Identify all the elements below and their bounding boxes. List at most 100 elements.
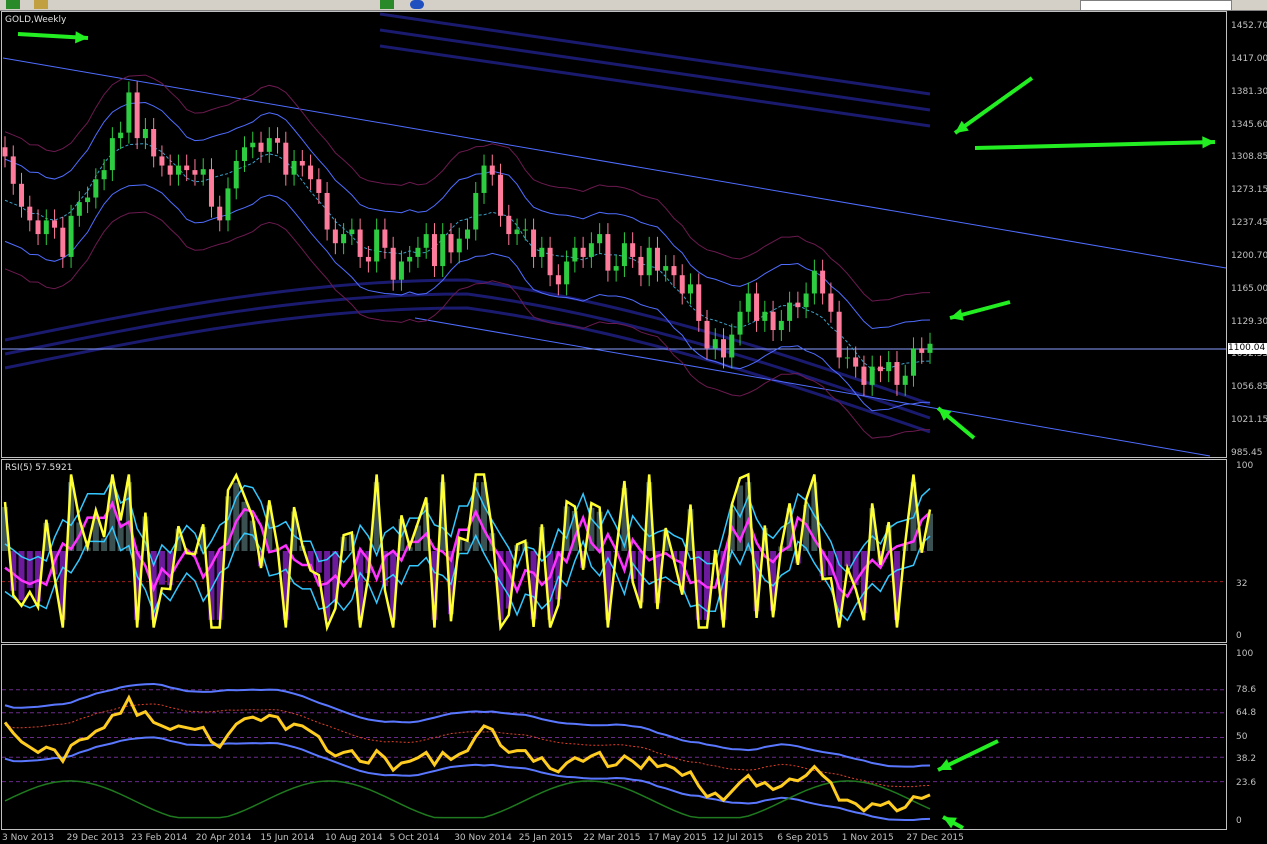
candle-body [572, 247, 578, 262]
candle-body [159, 156, 165, 166]
candle-body [795, 302, 801, 308]
date-tick: 12 Jul 2015 [712, 833, 764, 843]
candle-body [382, 229, 388, 248]
candle-body [638, 256, 644, 276]
price-tick: 1417.00 [1231, 53, 1267, 64]
candle-body [118, 132, 124, 139]
date-tick: 6 Sep 2015 [777, 833, 829, 843]
candle-body [522, 229, 528, 231]
candle-body [200, 169, 206, 175]
candle-body [242, 147, 248, 161]
candle-body [605, 234, 611, 271]
candle-body [448, 234, 454, 253]
candle-body [225, 188, 231, 221]
osc-main-line [3, 694, 931, 813]
price-tick: 1165.00 [1231, 283, 1267, 294]
lower-channel-line [414, 317, 1211, 457]
candle-body [679, 275, 685, 294]
candle-body [654, 247, 660, 271]
annotation-arrowhead [75, 31, 88, 44]
candle-body [877, 366, 883, 372]
date-tick: 20 Apr 2014 [195, 833, 252, 843]
candle-body [630, 243, 636, 257]
candle-body [820, 270, 826, 294]
candle-body [357, 229, 363, 257]
candle-body [770, 311, 776, 331]
candle-body [390, 247, 396, 280]
date-tick: 3 Nov 2013 [2, 833, 54, 843]
price-tick: 1129.30 [1231, 316, 1267, 327]
candle-body [869, 366, 875, 385]
candle-body [555, 275, 561, 285]
candle-body [687, 284, 693, 294]
candle-body [902, 375, 908, 385]
candle-body [101, 170, 107, 180]
candle-body [803, 293, 809, 308]
price-tick: 1056.85 [1231, 382, 1267, 393]
chart-canvas [2, 12, 1227, 830]
price-tick: 1237.45 [1231, 218, 1267, 229]
date-tick: 15 Jun 2014 [260, 833, 315, 843]
candle-body [498, 174, 504, 216]
candle-body [481, 165, 487, 193]
candle-body [365, 256, 371, 262]
candle-body [52, 220, 58, 228]
price-tick: 1452.70 [1231, 21, 1267, 31]
candle-body [853, 357, 859, 367]
candle-body [167, 165, 173, 175]
candle-body [704, 320, 710, 349]
candle-body [233, 160, 239, 189]
candle-body [10, 156, 16, 184]
upper-regression-band [379, 12, 931, 96]
date-tick: 27 Dec 2015 [906, 833, 964, 843]
candle-body [729, 334, 735, 358]
candle-body [473, 192, 479, 230]
rsi-tick: 0 [1236, 631, 1242, 641]
candle-body [440, 234, 446, 267]
osc-tick: 64.8 [1236, 708, 1257, 718]
date-tick: 25 Jan 2015 [518, 833, 573, 843]
candle-body [192, 170, 198, 175]
upper-regression-band [379, 44, 931, 128]
current-price-label: 1100.04 [1228, 343, 1267, 354]
price-tick: 1021.15 [1231, 415, 1267, 426]
candle-body [43, 220, 49, 235]
candle-body [836, 311, 842, 358]
candle-body [407, 256, 413, 262]
rsi-histogram-bar [18, 551, 25, 601]
candle-body [423, 234, 429, 248]
date-tick: 10 Aug 2014 [325, 833, 383, 843]
price-tick: 1345.60 [1231, 119, 1267, 130]
candle-body [398, 261, 404, 280]
candle-body [349, 229, 355, 235]
candle-body [456, 238, 462, 253]
candle-body [745, 293, 751, 312]
date-tick: 17 May 2015 [648, 833, 707, 843]
candle-body [580, 247, 586, 257]
candle-body [597, 234, 603, 244]
candle-body [283, 142, 289, 175]
price-tick: 1308.85 [1231, 152, 1267, 163]
candle-body [588, 243, 594, 257]
rsi-tick: 100 [1236, 461, 1254, 471]
osc-tick: 100 [1236, 649, 1254, 659]
osc-tick: 50 [1236, 732, 1248, 742]
candle-body [184, 165, 190, 171]
candle-body [861, 366, 867, 385]
candle-body [308, 165, 314, 180]
candle-body [2, 147, 8, 157]
candle-body [109, 138, 115, 171]
candle-body [332, 229, 338, 244]
candle-body [266, 138, 272, 152]
candle-body [489, 165, 495, 175]
candle-body [299, 160, 305, 166]
candle-body [621, 243, 627, 267]
envelope-upper [4, 74, 931, 302]
date-tick: 22 Mar 2015 [583, 833, 641, 843]
candle-body [175, 165, 181, 175]
candle-body [514, 229, 520, 235]
price-tick: 985.45 [1231, 448, 1263, 458]
osc-tick: 0 [1236, 816, 1242, 826]
osc-tick: 38.2 [1236, 754, 1257, 764]
rsi-label: RSI(5) 57.5921 [5, 463, 73, 473]
